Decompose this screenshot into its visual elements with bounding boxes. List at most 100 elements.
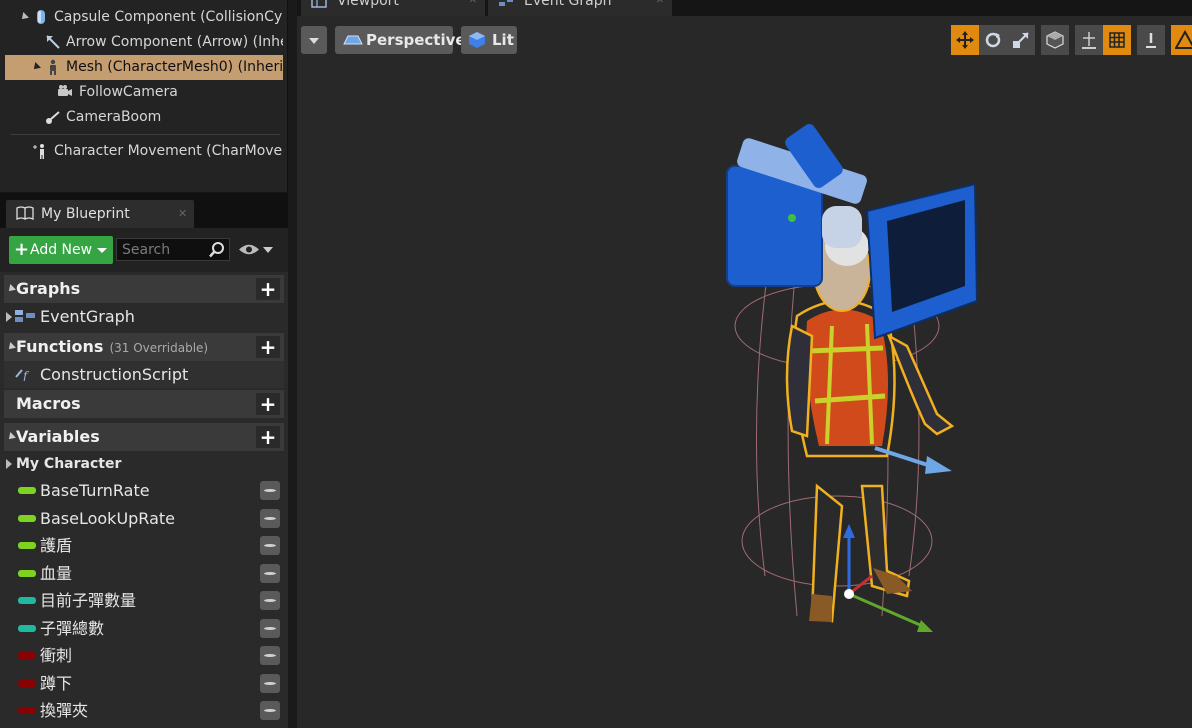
component-row-followcamera[interactable]: FollowCamera xyxy=(0,80,283,105)
skeletal-mesh-icon xyxy=(50,59,56,75)
component-row-mesh[interactable]: Mesh (CharacterMesh0) (Inherit xyxy=(5,55,283,80)
variable-type-pill-icon xyxy=(18,597,36,604)
document-tabbar: Viewport ✕ Event Graph ✕ xyxy=(297,0,1192,16)
scale-icon xyxy=(1013,32,1029,48)
collapse-arrow-icon[interactable] xyxy=(6,342,16,352)
viewport-options-button[interactable] xyxy=(301,26,327,54)
variable-name: 目前子彈數量 xyxy=(40,591,137,610)
collapse-arrow-icon[interactable] xyxy=(6,432,16,442)
visibility-toggle-eye-icon[interactable] xyxy=(260,536,280,555)
chevron-down-icon xyxy=(97,248,107,253)
divider xyxy=(10,134,280,135)
surface-snap-button[interactable] xyxy=(1075,25,1103,55)
expand-arrow-icon[interactable] xyxy=(6,459,12,469)
capsule-icon xyxy=(37,10,45,24)
add-macro-button[interactable]: + xyxy=(256,393,280,415)
variable-item[interactable]: 衝刺 xyxy=(4,642,284,669)
section-variables[interactable]: Variables + xyxy=(4,423,284,451)
viewport-3d[interactable]: Perspective Lit xyxy=(297,16,1192,728)
grid-snap-button[interactable] xyxy=(1103,25,1131,55)
view-options-eye-icon[interactable] xyxy=(238,243,260,256)
tab-event-graph[interactable]: Event Graph ✕ xyxy=(488,0,672,16)
variable-type-pill-icon xyxy=(18,569,36,577)
closed-eye-icon xyxy=(264,599,276,602)
grid-icon xyxy=(1109,32,1125,48)
component-label: CameraBoom xyxy=(66,109,162,125)
component-label: FollowCamera xyxy=(79,84,178,100)
component-label: Arrow Component (Arrow) (Inhe xyxy=(66,34,283,50)
component-label: Capsule Component (CollisionCy xyxy=(54,9,283,25)
visibility-toggle-eye-icon[interactable] xyxy=(260,673,280,693)
closed-eye-icon xyxy=(264,516,276,520)
add-function-button[interactable]: + xyxy=(256,336,280,358)
event-graph-icon xyxy=(499,0,513,6)
list-item-constructionscript[interactable]: f ConstructionScript xyxy=(4,361,284,388)
variable-item[interactable]: 蹲下 xyxy=(4,670,284,697)
camera-speed-button[interactable] xyxy=(1171,25,1192,55)
close-icon[interactable]: ✕ xyxy=(656,0,664,10)
add-variable-button[interactable]: + xyxy=(256,426,280,448)
variable-category-my-character[interactable]: My Character xyxy=(4,451,284,477)
variable-item[interactable]: 換彈夾 xyxy=(4,697,284,724)
add-graph-button[interactable]: + xyxy=(256,278,280,300)
components-tree: Capsule Component (CollisionCy Arrow Com… xyxy=(0,0,288,192)
visibility-toggle-eye-icon[interactable] xyxy=(260,563,280,583)
expand-arrow-icon[interactable] xyxy=(19,12,29,22)
scale-tool-button[interactable] xyxy=(1007,25,1035,55)
perspective-button[interactable]: Perspective xyxy=(335,26,466,54)
visibility-toggle-eye-icon[interactable] xyxy=(260,591,280,610)
closed-eye-icon xyxy=(264,544,276,547)
variable-item[interactable]: 目前子彈數量 xyxy=(4,587,284,614)
lit-button[interactable]: Lit xyxy=(461,26,517,54)
closed-eye-icon xyxy=(264,681,276,685)
closed-eye-icon xyxy=(264,571,276,575)
visibility-toggle-eye-icon[interactable] xyxy=(260,646,280,665)
warning-icon xyxy=(1175,30,1192,49)
variable-item[interactable]: BaseLookUpRate xyxy=(4,505,284,532)
search-icon[interactable] xyxy=(208,241,226,259)
event-graph-icon xyxy=(15,310,35,322)
tab-label: Event Graph xyxy=(524,0,612,9)
lit-cube-icon xyxy=(469,32,485,48)
close-icon[interactable]: ✕ xyxy=(469,0,477,10)
collapse-arrow-icon[interactable] xyxy=(6,284,16,294)
component-row-charmove[interactable]: Character Movement (CharMoveC xyxy=(0,139,283,164)
translate-tool-button[interactable] xyxy=(951,25,979,55)
add-new-button[interactable]: + Add New xyxy=(9,236,113,264)
visibility-toggle-eye-icon[interactable] xyxy=(260,618,280,638)
variable-item[interactable]: 子彈總數 xyxy=(4,615,284,642)
my-blueprint-tabbar: My Blueprint ✕ xyxy=(0,193,288,228)
expand-arrow-icon[interactable] xyxy=(6,312,12,322)
tab-viewport[interactable]: Viewport ✕ xyxy=(301,0,485,16)
tab-my-blueprint[interactable]: My Blueprint ✕ xyxy=(6,200,194,228)
variable-item[interactable]: 護盾 xyxy=(4,532,284,559)
grid-size-button[interactable] xyxy=(1137,25,1165,55)
world-local-button[interactable] xyxy=(1041,25,1069,55)
visibility-toggle-eye-icon[interactable] xyxy=(260,481,280,500)
component-row-capsule[interactable]: Capsule Component (CollisionCy xyxy=(0,5,283,30)
book-icon xyxy=(16,206,34,220)
list-item-eventgraph[interactable]: EventGraph xyxy=(4,303,284,330)
variable-item[interactable]: 血量 xyxy=(4,560,284,587)
character-preview-scene[interactable] xyxy=(297,16,1192,728)
visibility-toggle-eye-icon[interactable] xyxy=(260,508,280,528)
section-graphs[interactable]: Graphs + xyxy=(4,275,284,303)
variable-item[interactable]: BaseTurnRate xyxy=(4,477,284,504)
section-functions[interactable]: Functions (31 Overridable) + xyxy=(4,333,284,361)
movement-icon xyxy=(33,144,44,159)
rotate-tool-button[interactable] xyxy=(979,25,1007,55)
component-row-cameraboom[interactable]: CameraBoom xyxy=(0,105,283,130)
close-icon[interactable]: ✕ xyxy=(178,200,187,228)
tab-label: Viewport xyxy=(337,0,399,9)
my-blueprint-toolbar: + Add New xyxy=(0,228,288,272)
function-icon: f xyxy=(15,369,30,381)
functions-label: Functions xyxy=(16,337,104,356)
tab-label: My Blueprint xyxy=(41,206,130,222)
component-row-arrow[interactable]: Arrow Component (Arrow) (Inhe xyxy=(0,30,283,55)
section-macros[interactable]: Macros + xyxy=(4,390,284,418)
spring-arm-icon xyxy=(46,111,60,124)
visibility-toggle-eye-icon[interactable] xyxy=(260,701,280,720)
expand-arrow-icon[interactable] xyxy=(31,62,41,72)
chevron-down-icon[interactable] xyxy=(263,247,273,253)
surface-snap-icon xyxy=(1082,32,1096,49)
